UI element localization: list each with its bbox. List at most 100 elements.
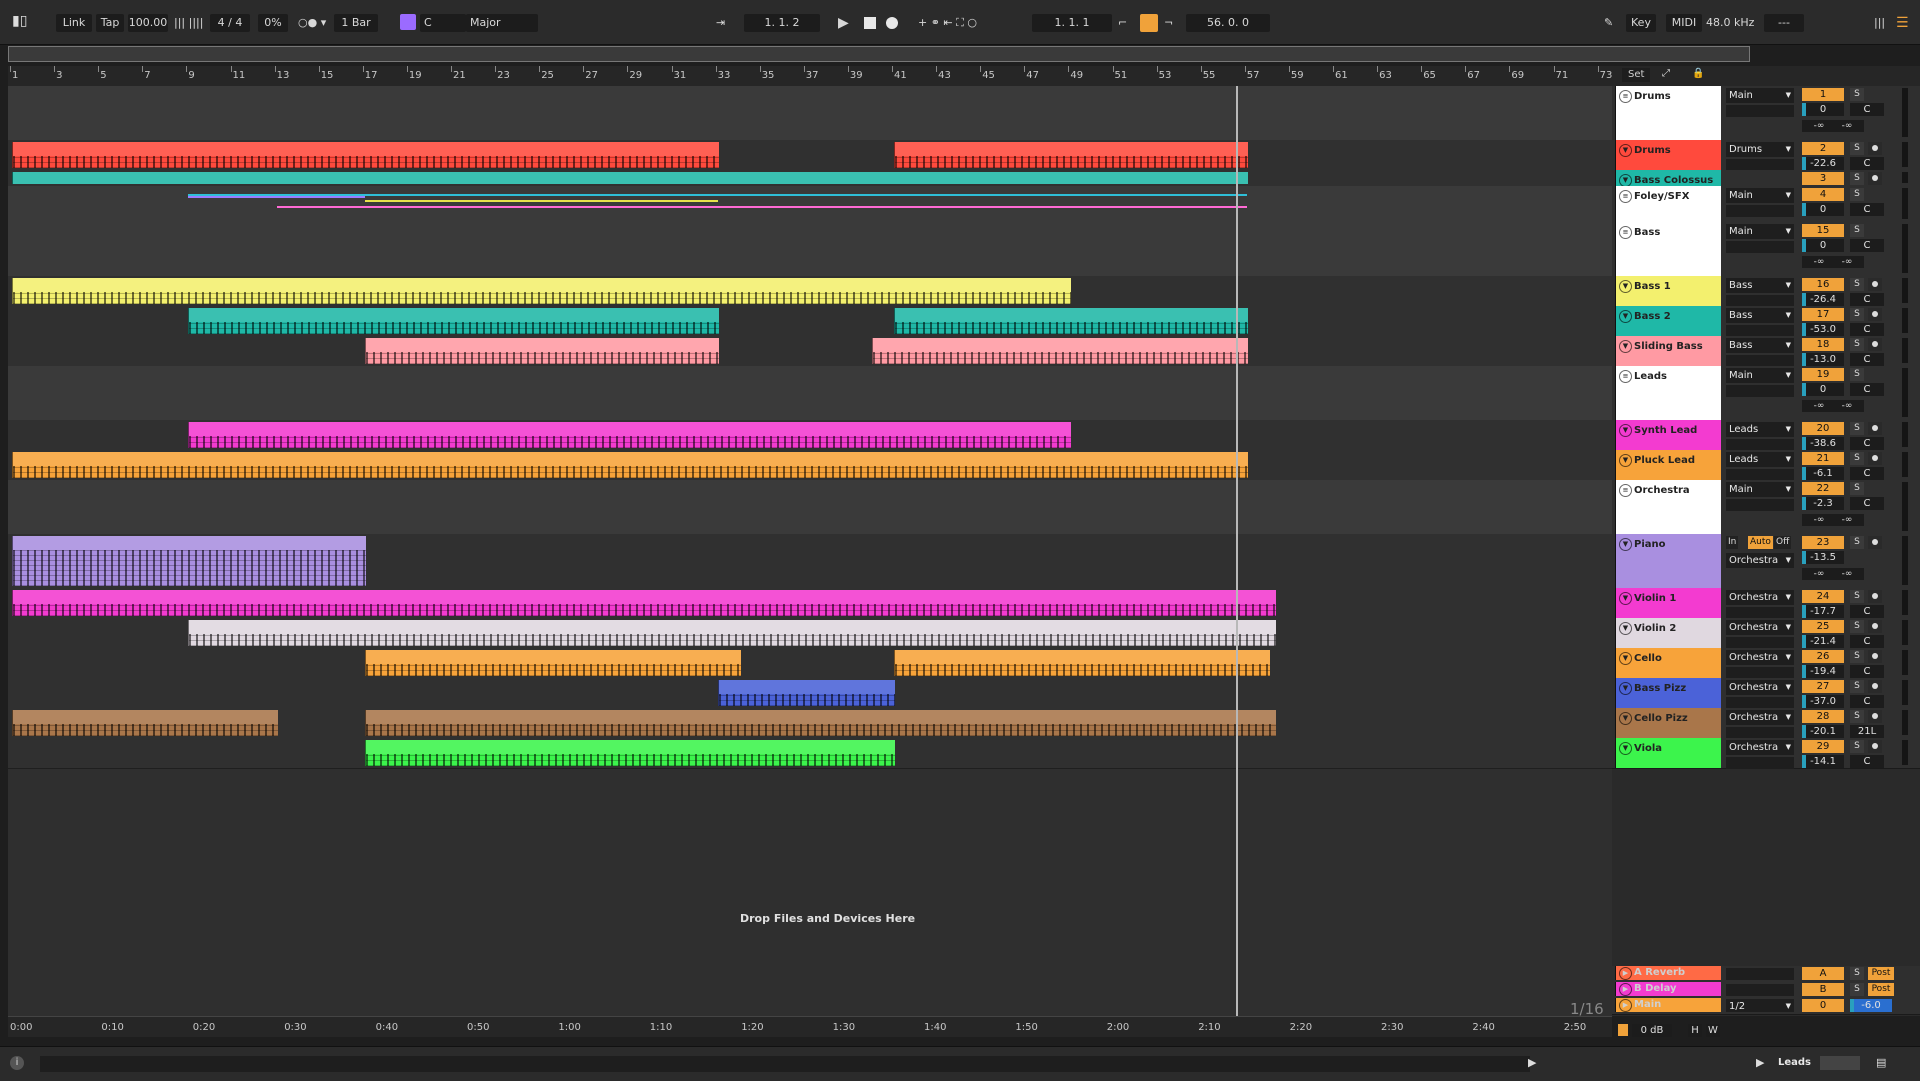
volume-field[interactable]: 0 [1802,103,1844,116]
track-activator[interactable]: 4 [1802,188,1844,201]
track-name-header[interactable]: ▼ Piano [1615,534,1721,588]
fold-icon[interactable]: ▼ [1619,622,1632,635]
track-name-header[interactable]: ▼ Bass Colossus [1615,170,1721,187]
track-name-header[interactable]: ≡ Drums [1615,86,1721,140]
track-name-header[interactable]: ▼ Pluck Lead [1615,450,1721,480]
post-button[interactable]: Post [1868,983,1894,996]
track-activator[interactable]: 26 [1802,650,1844,663]
output-channel-select[interactable] [1726,241,1794,253]
return-activator[interactable]: A [1802,967,1844,980]
midi-map-button[interactable]: MIDI [1666,14,1702,32]
midi-clip[interactable] [364,740,895,766]
mixer-track[interactable]: ▼Pluck Lead Leads 21 S -6.1 C [1612,450,1920,481]
volume-field[interactable]: 0 [1802,239,1844,252]
quantize-select[interactable]: 1 Bar [334,14,378,32]
midi-clip[interactable] [12,710,278,736]
monitor-in-button[interactable]: In [1726,536,1739,549]
midi-clip[interactable] [12,142,719,168]
volume-field[interactable]: -26.4 [1802,293,1844,306]
key-select[interactable]: C [420,14,466,32]
solo-button[interactable]: S [1850,172,1864,185]
mixer-track[interactable]: ▼Viola Orchestra 29 S -14.1 C [1612,738,1920,769]
track-name-header[interactable]: ≡ Foley/SFX [1615,186,1721,222]
return-name-header[interactable]: ▶ A Reverb [1615,966,1721,980]
mixer-track[interactable]: ▼Sliding Bass Bass 18 S -13.0 C [1612,336,1920,367]
track-lane[interactable] [8,648,1612,679]
fold-icon[interactable]: ▼ [1619,742,1632,755]
master-db-field[interactable]: 0 dB [1632,1024,1672,1037]
draw-mode-icon[interactable]: ✎ [1604,14,1613,32]
midi-clip[interactable] [717,680,895,706]
stop-icon[interactable] [864,17,876,29]
follow-icon[interactable]: ⇥ [716,14,725,32]
solo-button[interactable]: S [1850,590,1864,603]
solo-button[interactable]: S [1850,142,1864,155]
track-lane[interactable] [8,480,1612,535]
mixer-track[interactable]: ▼Cello Orchestra 26 S -19.4 C [1612,648,1920,679]
solo-button[interactable]: S [1850,680,1864,693]
group-icon[interactable]: ≡ [1619,190,1632,203]
loop-start-field[interactable]: 1. 1. 1 [1032,14,1112,32]
mixer-track[interactable]: ≡DrumsMain1S0C-∞-∞ [1612,86,1920,141]
group-icon[interactable]: ≡ [1619,484,1632,497]
track-activator[interactable]: 17 [1802,308,1844,321]
output-routing-select[interactable]: Bass [1726,278,1794,293]
fold-icon[interactable]: ▼ [1619,424,1632,437]
pan-field[interactable]: C [1850,103,1884,116]
track-activator[interactable]: 24 [1802,590,1844,603]
play-clip-icon[interactable]: ▶ [1528,1056,1536,1069]
solo-button[interactable]: S [1850,224,1864,237]
pan-field[interactable]: C [1850,353,1884,366]
mixer-track[interactable]: ▼Violin 2 Orchestra 25 S -21.4 C [1612,618,1920,649]
pan-field[interactable]: C [1850,437,1884,450]
mixer-track[interactable]: ≡BassMain15S0C-∞-∞ [1612,222,1920,277]
volume-field[interactable]: 0 [1802,203,1844,216]
volume-field[interactable]: -37.0 [1802,695,1844,708]
arrangement-view[interactable] [8,86,1612,1016]
end-marker[interactable] [1236,86,1238,1016]
track-activator[interactable]: 19 [1802,368,1844,381]
mixer-track[interactable]: ▼Bass 2 Bass 17 S -53.0 C [1612,306,1920,337]
track-name-header[interactable]: ▼ Bass Pizz [1615,678,1721,708]
arm-record-icon[interactable] [1868,172,1882,185]
mixer-track[interactable]: ▼Synth Lead Leads 20 S -38.6 C [1612,420,1920,451]
group-icon[interactable]: ≡ [1619,226,1632,239]
track-activator[interactable]: 18 [1802,338,1844,351]
expand-icon[interactable]: ▶ [1619,999,1632,1012]
output-routing-select[interactable]: Drums [1726,142,1794,157]
solo-button[interactable]: S [1850,308,1864,321]
track-activator[interactable]: 1 [1802,88,1844,101]
midi-clip[interactable] [12,536,366,586]
expand-icon[interactable]: ⤢ [1662,68,1670,79]
master-output-select[interactable]: 1/2 [1726,999,1794,1014]
arm-record-icon[interactable] [1868,710,1882,723]
mixer-track[interactable]: ▼DrumsDrums2S-22.6C [1612,140,1920,171]
midi-clip[interactable] [364,338,719,364]
punch-out-icon[interactable]: ¬ [1164,14,1173,32]
output-channel-select[interactable] [1726,757,1794,769]
metronome-icon[interactable]: ○● ▾ [298,14,326,32]
midi-clip[interactable] [364,710,1277,736]
arm-record-icon[interactable] [1868,590,1882,603]
track-activator[interactable]: 3 [1802,172,1844,185]
solo-button[interactable]: S [1850,710,1864,723]
track-activator[interactable]: 28 [1802,710,1844,723]
fold-icon[interactable]: ▼ [1619,682,1632,695]
midi-clip[interactable] [12,590,1277,616]
track-name-header[interactable]: ▼ Bass 1 [1615,276,1721,306]
view-icon[interactable]: ▤ [1876,1056,1886,1069]
mixer-track[interactable]: ▼Bass Pizz Orchestra 27 S -37.0 C [1612,678,1920,709]
fold-icon[interactable]: ▼ [1619,310,1632,323]
track-name-header[interactable]: ▼ Cello [1615,648,1721,678]
solo-button[interactable]: S [1850,188,1864,201]
midi-clip[interactable] [894,308,1248,334]
arm-record-icon[interactable] [1868,740,1882,753]
overdub-icon[interactable]: + ⚭ ⇤ ⛶ ○ [918,14,977,32]
return-name-header[interactable]: ▶ B Delay [1615,982,1721,996]
arm-record-icon[interactable] [1868,650,1882,663]
track-name-header[interactable]: ▼ Cello Pizz [1615,708,1721,738]
track-name-header[interactable]: ▼ Synth Lead [1615,420,1721,450]
pan-field[interactable]: C [1850,665,1884,678]
pan-field[interactable]: 21L [1850,725,1884,738]
master-volume-field[interactable]: -6.0 [1850,999,1892,1012]
